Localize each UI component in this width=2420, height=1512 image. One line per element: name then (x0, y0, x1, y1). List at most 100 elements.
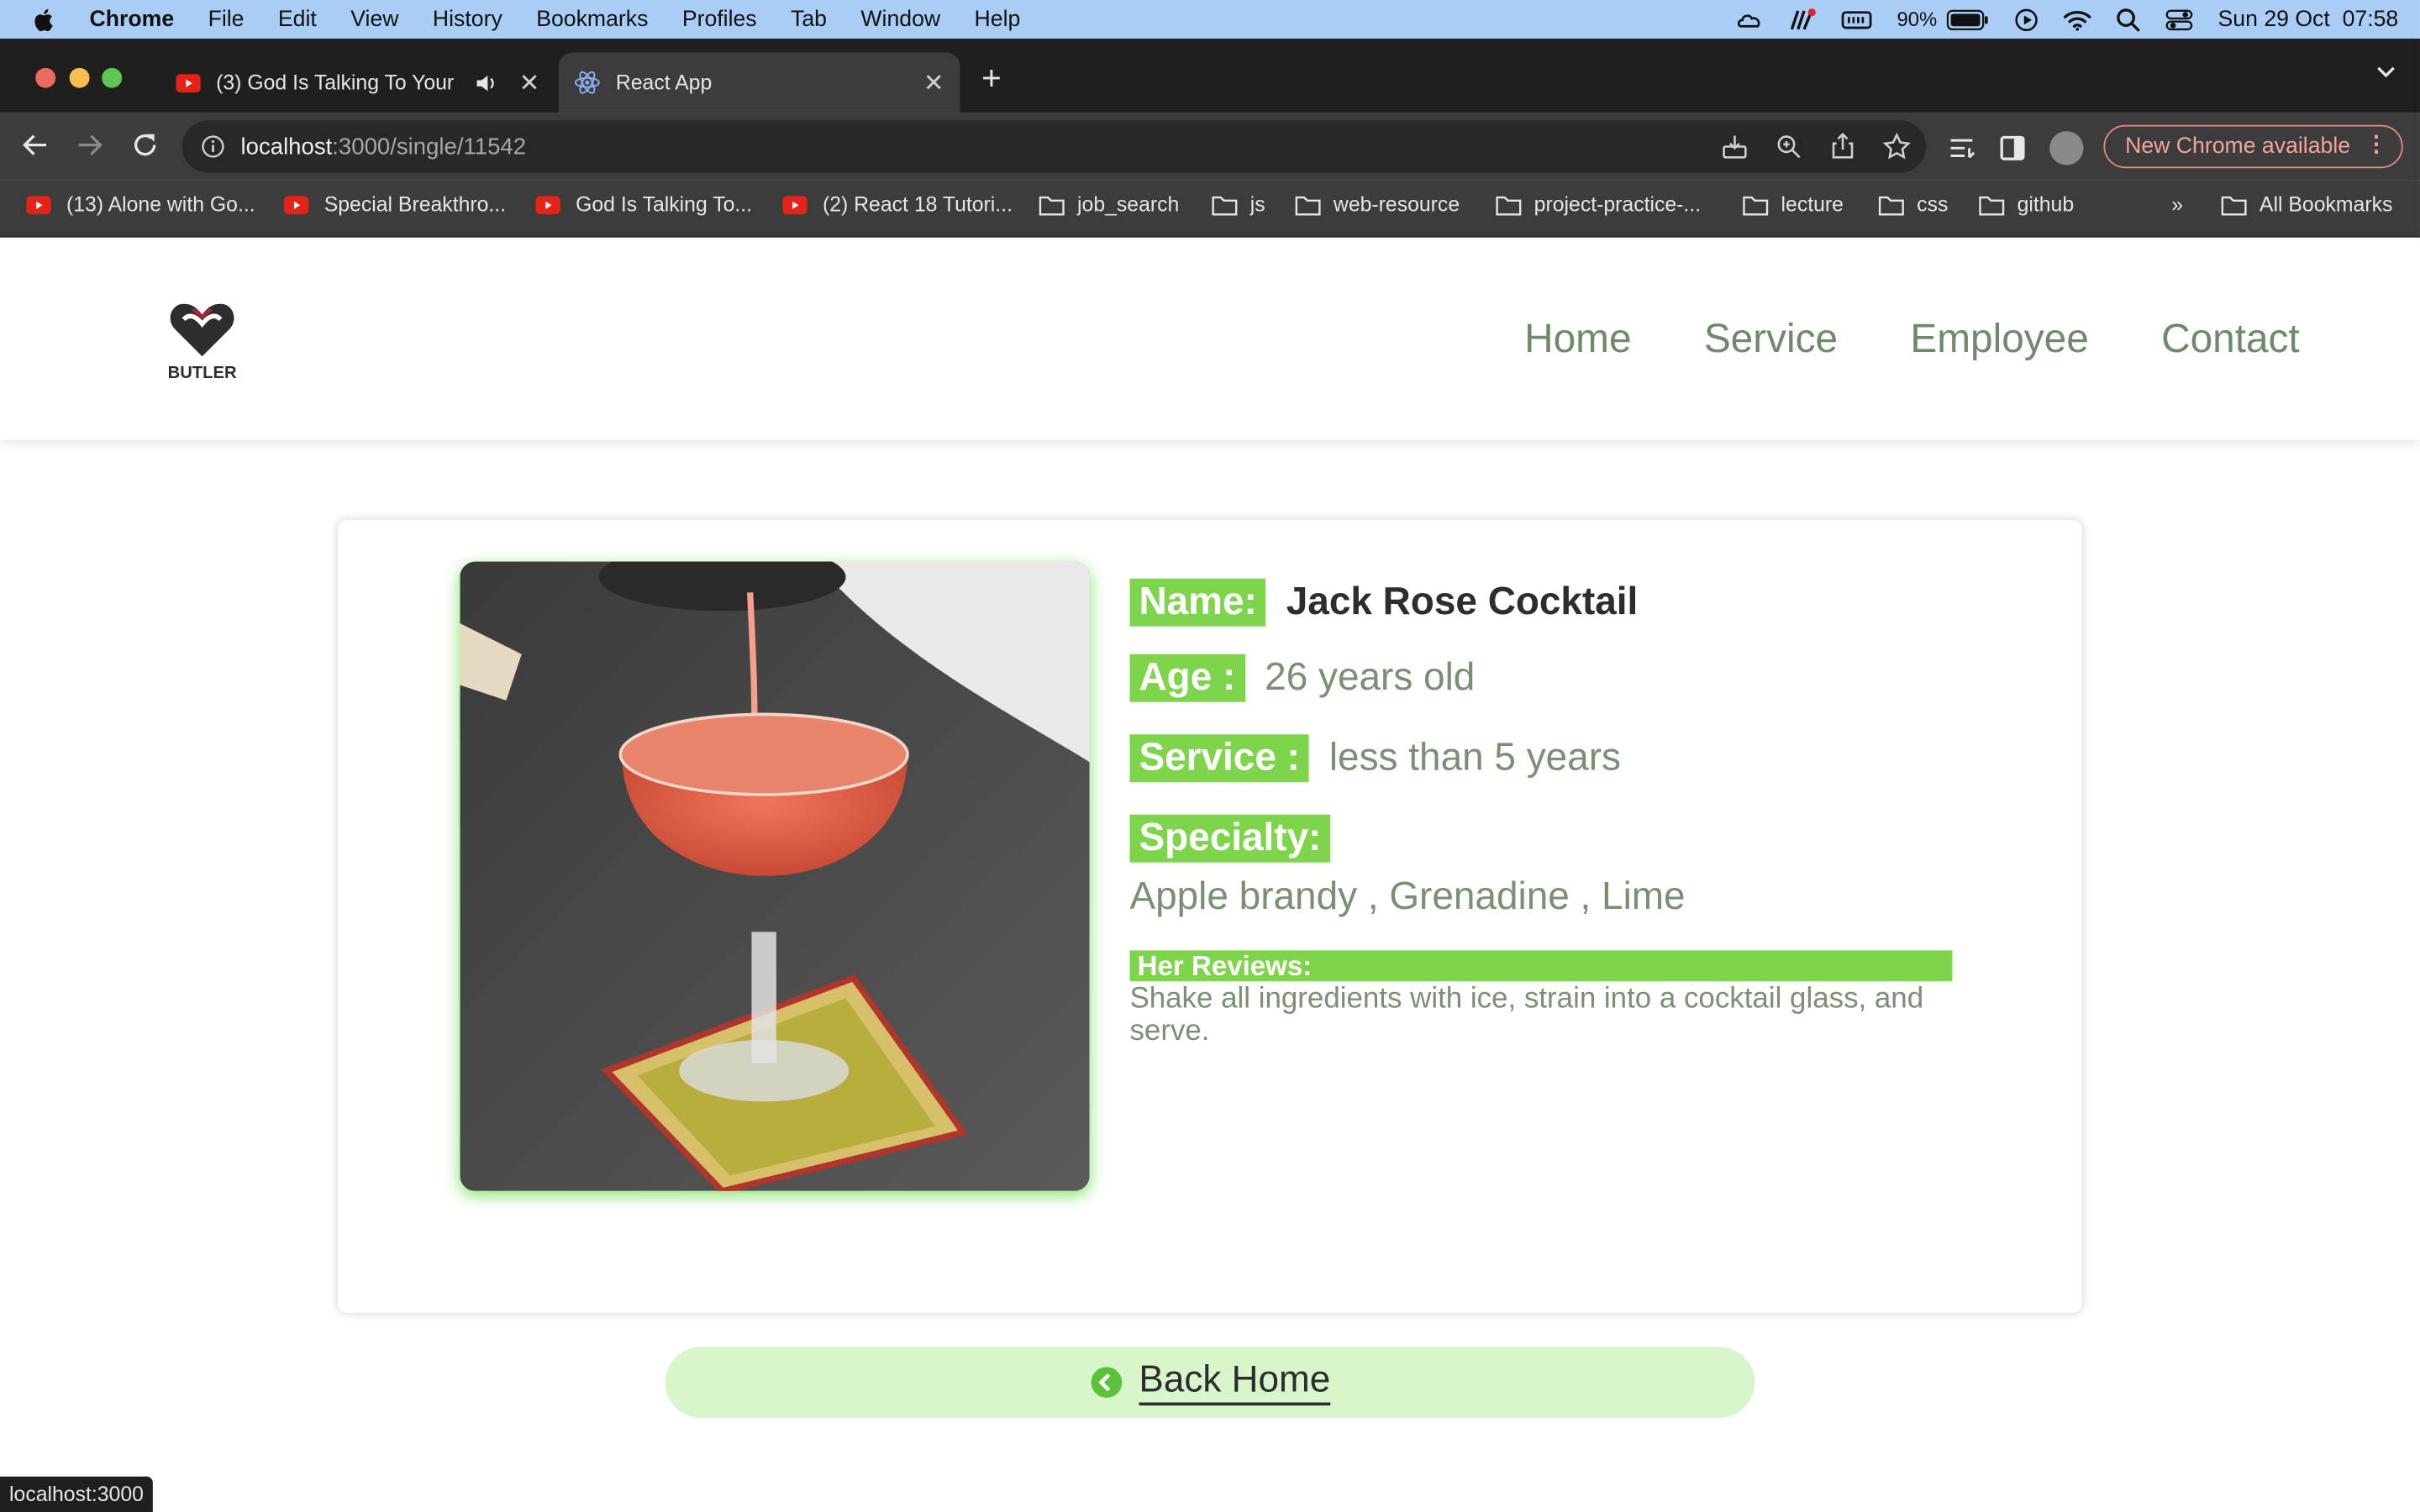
specialty-label: Specialty: (1129, 814, 1331, 863)
more-menu-icon[interactable]: ⋮ (2365, 133, 2388, 157)
bookmark-label: job_search (1077, 192, 1180, 217)
reviews-label: Her Reviews: (1129, 950, 1953, 982)
control-center-icon[interactable] (2165, 8, 2193, 30)
bookmark-folder[interactable]: css (1878, 192, 1949, 217)
site-logo[interactable]: BUTLER (164, 297, 241, 383)
bookmark-label: project-practice-... (1534, 192, 1702, 217)
window-zoom-button[interactable] (102, 67, 123, 88)
menu-window[interactable]: Window (860, 7, 940, 31)
update-label: New Chrome available (2125, 134, 2351, 160)
youtube-icon (782, 195, 808, 214)
bookmark-item[interactable]: (2) React 18 Tutori... (782, 192, 1013, 217)
bookmark-label: (2) React 18 Tutori... (822, 192, 1013, 217)
bookmark-folder[interactable]: project-practice-... (1496, 192, 1702, 217)
bookmark-label: lecture (1781, 192, 1844, 217)
folder-icon (1212, 195, 1238, 215)
tab-strip: (3) God Is Talking To Your ✕ React App ✕… (0, 38, 2420, 113)
browser-toolbar: localhost:3000/single/11542 New Chrome a… (0, 113, 2420, 181)
folder-icon (1039, 195, 1065, 215)
menu-profiles[interactable]: Profiles (682, 7, 757, 31)
site-info-icon[interactable] (201, 134, 225, 159)
site-header: BUTLER Home Service Employee Contact (0, 237, 2420, 440)
menu-bookmarks[interactable]: Bookmarks (536, 7, 648, 31)
bookmark-label: All Bookmarks (2259, 192, 2393, 217)
app-status-icon[interactable] (1789, 7, 1817, 31)
zoom-icon[interactable] (1775, 133, 1802, 160)
tab-close-icon[interactable]: ✕ (917, 67, 950, 98)
all-bookmarks-folder[interactable]: All Bookmarks (2221, 192, 2393, 217)
tab-close-icon[interactable]: ✕ (513, 67, 546, 98)
apple-icon[interactable] (31, 5, 59, 33)
memory-icon[interactable] (1841, 8, 1872, 30)
nav-home[interactable]: Home (1524, 315, 1631, 363)
bookmark-item[interactable]: Special Breakthro... (283, 192, 507, 217)
bookmarks-bar: (13) Alone with Go... Special Breakthro.… (0, 180, 2420, 238)
service-label: Service : (1129, 734, 1309, 783)
tab-react-app[interactable]: React App ✕ (558, 52, 960, 113)
folder-icon (1743, 195, 1769, 215)
reading-list-icon[interactable] (1948, 134, 1975, 162)
install-app-icon[interactable] (1721, 133, 1749, 160)
nav-contact[interactable]: Contact (2161, 315, 2300, 363)
bookmark-label: css (1917, 192, 1949, 217)
youtube-icon (176, 73, 201, 92)
new-tab-icon[interactable]: + (981, 59, 1002, 99)
menu-file[interactable]: File (208, 7, 245, 31)
bookmark-folder[interactable]: github (1979, 193, 2074, 216)
bookmark-folder[interactable]: job_search (1039, 192, 1180, 217)
bookmarks-overflow-button[interactable]: » (2171, 193, 2183, 217)
link-status-bubble: localhost:3000 (0, 1476, 153, 1512)
bookmark-label: God Is Talking To... (576, 192, 753, 217)
wifi-icon[interactable] (2064, 8, 2091, 30)
menu-help[interactable]: Help (975, 7, 1021, 31)
youtube-icon (283, 195, 309, 214)
menu-chrome[interactable]: Chrome (90, 7, 175, 31)
bookmark-label: (13) Alone with Go... (66, 192, 255, 217)
window-close-button[interactable] (35, 67, 56, 88)
folder-icon (1295, 195, 1321, 215)
menu-history[interactable]: History (433, 7, 502, 31)
menu-view[interactable]: View (350, 7, 398, 31)
menu-edit[interactable]: Edit (278, 7, 317, 31)
heart-logo-icon (170, 303, 234, 357)
url-path: :3000/single/11542 (332, 133, 527, 160)
youtube-icon (535, 195, 560, 214)
menubar-clock[interactable]: Sun 29 Oct 07:58 (2218, 7, 2399, 31)
bookmark-item[interactable]: God Is Talking To... (535, 192, 753, 217)
tab-search-chevron-icon[interactable] (2377, 66, 2396, 79)
tab-youtube[interactable]: (3) God Is Talking To Your ✕ (160, 52, 555, 113)
age-label: Age : (1129, 654, 1245, 702)
nav-employee[interactable]: Employee (1910, 315, 2088, 363)
speaker-icon[interactable] (476, 73, 497, 92)
bookmark-folder[interactable]: js (1212, 193, 1265, 216)
logo-text: BUTLER (167, 364, 237, 383)
share-icon[interactable] (1828, 132, 1856, 160)
bookmark-folder[interactable]: web-resource (1295, 192, 1460, 217)
macos-menubar: Chrome File Edit View History Bookmarks … (0, 0, 2420, 39)
back-home-label: Back Home (1139, 1359, 1331, 1406)
side-panel-icon[interactable] (1999, 134, 2027, 162)
window-minimize-button[interactable] (69, 67, 90, 88)
menu-tab[interactable]: Tab (791, 7, 827, 31)
play-icon[interactable] (2014, 7, 2039, 31)
bookmark-folder[interactable]: lecture (1743, 192, 1844, 217)
battery-icon[interactable] (1946, 8, 1989, 30)
bookmark-star-icon[interactable] (1882, 132, 1911, 160)
bookmark-item[interactable]: (13) Alone with Go... (26, 192, 255, 217)
bookmark-label: Special Breakthro... (324, 192, 507, 217)
spotlight-search-icon[interactable] (2116, 7, 2141, 31)
creative-cloud-icon[interactable] (1736, 7, 1764, 31)
bookmark-label: web-resource (1333, 192, 1460, 217)
profile-avatar[interactable] (2049, 131, 2084, 165)
tab-title: (3) God Is Talking To Your (216, 71, 455, 95)
address-bar[interactable]: localhost:3000/single/11542 (182, 120, 1927, 173)
nav-service[interactable]: Service (1704, 315, 1838, 363)
reload-icon[interactable] (131, 131, 159, 159)
folder-icon (1878, 195, 1904, 215)
forward-arrow-icon[interactable] (76, 131, 103, 159)
tab-title: React App (615, 71, 713, 95)
new-chrome-available-button[interactable]: New Chrome available ⋮ (2103, 124, 2403, 169)
back-arrow-icon[interactable] (22, 131, 50, 159)
folder-icon (1496, 195, 1522, 215)
back-home-button[interactable]: Back Home (665, 1347, 1755, 1418)
